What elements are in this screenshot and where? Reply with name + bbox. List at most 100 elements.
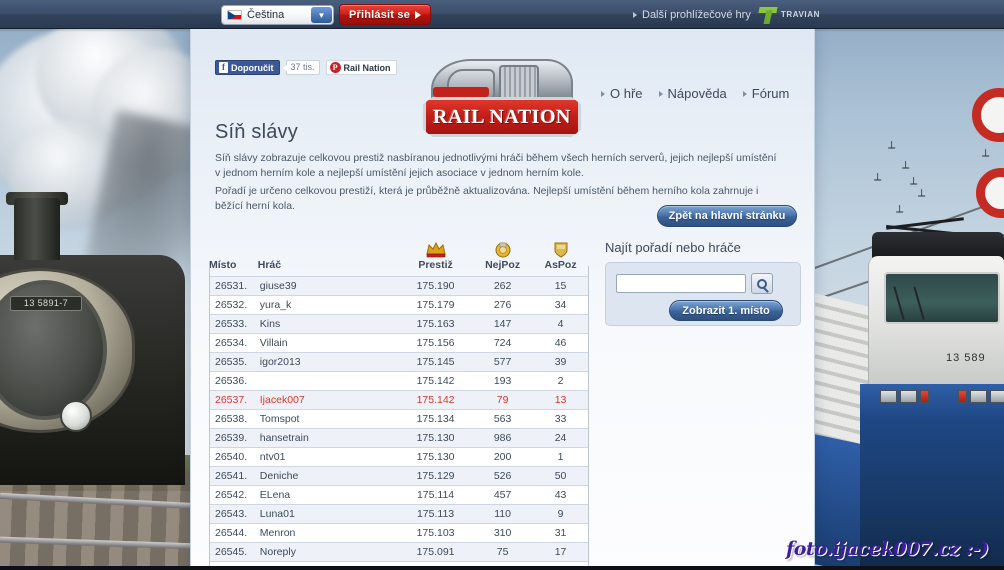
table-row[interactable]: 26541.Deniche175.12952650 — [209, 467, 589, 486]
cell-place: 26541. — [209, 467, 258, 486]
cell-nejpoz: 200 — [473, 448, 532, 467]
cell-prestige: 175.190 — [398, 277, 473, 296]
cell-player: Kins — [258, 315, 398, 334]
table-row[interactable]: 26532.yura_k175.17927634 — [209, 296, 589, 315]
window-bottom-edge — [0, 566, 1004, 570]
bird-icon: ⟂ — [902, 160, 909, 171]
cell-place: 26545. — [209, 543, 258, 562]
column-header-nejpoz[interactable]: NejPoz — [473, 240, 532, 277]
column-header-prestige[interactable]: Prestiž — [398, 240, 473, 277]
headlight — [970, 390, 987, 403]
table-row[interactable]: 26543.Luna01175.1131109 — [209, 505, 589, 524]
travian-games-logo[interactable]: TRAVIAN — [759, 6, 820, 24]
rail-nation-logo[interactable]: RAIL NATION — [423, 59, 581, 137]
cell-place: 26532. — [209, 296, 258, 315]
cell-place: 26543. — [209, 505, 258, 524]
cell-place: 26539. — [209, 429, 258, 448]
cell-prestige: 175.156 — [398, 334, 473, 353]
back-to-main-button[interactable]: Zpět na hlavní stránku — [657, 205, 797, 227]
language-label: Čeština — [247, 9, 284, 21]
login-button-label: Přihlásit se — [349, 9, 410, 21]
cell-nejpoz: 110 — [473, 505, 532, 524]
cz-flag-icon — [227, 10, 242, 20]
cell-aspoz: 46 — [532, 334, 589, 353]
bird-icon: ⟂ — [888, 140, 895, 151]
cell-place: 26544. — [209, 524, 258, 543]
more-games-link[interactable]: Další prohlížečové hry — [633, 9, 751, 21]
cell-prestige: 175.145 — [398, 353, 473, 372]
chevron-down-icon[interactable]: ▼ — [311, 7, 332, 23]
cell-aspoz: 4 — [532, 315, 589, 334]
medal-icon — [492, 240, 514, 258]
nav-item-label: O hře — [610, 86, 643, 101]
cell-nejpoz: 147 — [473, 315, 532, 334]
table-row[interactable]: 26539.hansetrain175.13098624 — [209, 429, 589, 448]
cell-aspoz: 39 — [532, 353, 589, 372]
logo-train-accent — [433, 87, 489, 97]
nav-item-about[interactable]: O hře — [601, 86, 643, 101]
table-row[interactable]: 26534.Villain175.15672446 — [209, 334, 589, 353]
pinterest-label: Rail Nation — [344, 63, 391, 73]
cell-player: Villain — [258, 334, 398, 353]
show-first-place-button[interactable]: Zobrazit 1. místo — [669, 300, 783, 321]
cell-prestige: 175.134 — [398, 410, 473, 429]
pinterest-button[interactable]: P Rail Nation — [326, 60, 397, 75]
table-row[interactable]: 26536.175.1421932 — [209, 372, 589, 391]
cell-place: 26534. — [209, 334, 258, 353]
search-button[interactable] — [751, 273, 773, 294]
bullet-arrow-icon — [601, 91, 605, 97]
column-header-aspoz[interactable]: AsPoz — [532, 240, 589, 277]
cell-place: 26542. — [209, 486, 258, 505]
table-row[interactable]: 26538.Tomspot175.13456333 — [209, 410, 589, 429]
cell-player: ELena — [258, 486, 398, 505]
cell-place: 26533. — [209, 315, 258, 334]
table-row[interactable]: 26545.Noreply175.0917517 — [209, 543, 589, 562]
facebook-recommend-button[interactable]: f Doporučit — [215, 60, 280, 75]
language-selector[interactable]: Čeština ▼ — [221, 5, 334, 25]
table-row[interactable]: 26544.Menron175.10331031 — [209, 524, 589, 543]
table-row[interactable]: 26535.igor2013175.14557739 — [209, 353, 589, 372]
cell-place: 26540. — [209, 448, 258, 467]
show-first-place-label: Zobrazit 1. místo — [682, 305, 769, 317]
electric-locomotive-number: 13 589 — [946, 352, 986, 364]
table-row[interactable]: 26542.ELena175.11445743 — [209, 486, 589, 505]
column-header-aspoz-label: AsPoz — [544, 259, 576, 271]
cell-prestige: 175.130 — [398, 448, 473, 467]
headlight — [900, 390, 917, 403]
content-panel: f Doporučit 37 tis. P Rail Nation RAIL N… — [190, 29, 815, 570]
locomotive-headlamp — [60, 400, 92, 432]
back-to-main-label: Zpět na hlavní stránku — [669, 210, 786, 222]
cell-nejpoz: 563 — [473, 410, 532, 429]
cell-nejpoz: 262 — [473, 277, 532, 296]
logo-banner: RAIL NATION — [423, 97, 581, 137]
table-row[interactable]: 26533.Kins175.1631474 — [209, 315, 589, 334]
cell-place: 26536. — [209, 372, 258, 391]
cell-place: 26531. — [209, 277, 258, 296]
intro-paragraph-1: Síň slávy zobrazuje celkovou prestiž nas… — [215, 151, 781, 181]
nav-item-forum[interactable]: Fórum — [743, 86, 790, 101]
table-row[interactable]: 26537.Ijacek007175.1427913 — [209, 391, 589, 410]
column-header-player[interactable]: Hráč — [258, 240, 398, 277]
cell-nejpoz: 577 — [473, 353, 532, 372]
bird-icon: ⟂ — [982, 148, 989, 159]
cell-aspoz: 15 — [532, 277, 589, 296]
headlight — [880, 390, 897, 403]
table-row[interactable]: 26531.giuse39175.19026215 — [209, 277, 589, 296]
arrow-right-icon — [415, 11, 421, 19]
bullet-arrow-icon — [633, 12, 637, 18]
facebook-icon: f — [219, 62, 228, 73]
column-header-place[interactable]: Místo — [209, 240, 258, 277]
cell-nejpoz: 193 — [473, 372, 532, 391]
travian-t-icon — [759, 6, 777, 24]
nav-item-help[interactable]: Nápověda — [659, 86, 727, 101]
table-row[interactable]: 26540.ntv01175.1302001 — [209, 448, 589, 467]
locomotive-light-cluster — [880, 388, 1000, 406]
cell-nejpoz: 986 — [473, 429, 532, 448]
cell-player: Menron — [258, 524, 398, 543]
hall-of-fame-table: Místo Hráč Prestiž — [209, 240, 589, 570]
cell-aspoz: 50 — [532, 467, 589, 486]
cell-player: Tomspot — [258, 410, 398, 429]
login-button[interactable]: Přihlásit se — [339, 4, 431, 25]
search-input[interactable] — [616, 274, 746, 293]
cell-player: Luna01 — [258, 505, 398, 524]
